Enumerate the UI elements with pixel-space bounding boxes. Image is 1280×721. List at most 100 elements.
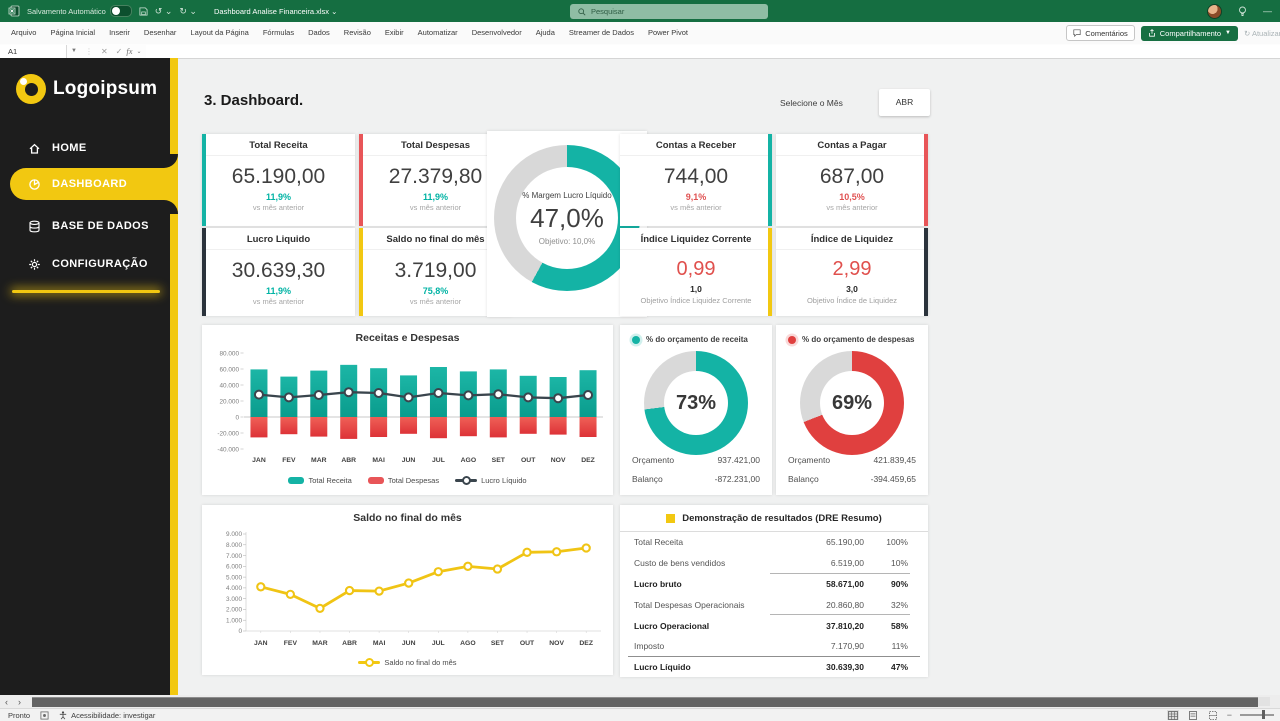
ribbon-tab-página-inicial[interactable]: Página Inicial	[43, 22, 102, 44]
svg-text:1.000: 1.000	[226, 617, 242, 624]
ribbon-tab-streamer-de-dados[interactable]: Streamer de Dados	[562, 22, 641, 44]
sheet-nav-left-icon[interactable]: ‹	[0, 697, 13, 707]
name-box[interactable]	[0, 45, 67, 58]
sidebar-item-dashboard[interactable]: DASHBOARD	[10, 168, 178, 200]
comments-button[interactable]: Comentários	[1066, 25, 1135, 41]
svg-text:FEV: FEV	[284, 640, 298, 647]
ribbon-tab-revisão[interactable]: Revisão	[337, 22, 378, 44]
ribbon-tab-automatizar[interactable]: Automatizar	[411, 22, 465, 44]
enter-icon[interactable]: ✓	[112, 47, 127, 56]
sidebar-item-home[interactable]: HOME	[0, 134, 170, 162]
line-chart-svg: 9.0008.0007.0006.0005.0004.0003.0002.000…	[202, 527, 613, 653]
table-row: Balanço-394.459,65	[788, 469, 916, 488]
svg-text:AGO: AGO	[460, 640, 475, 647]
cancel-icon[interactable]: ✕	[97, 47, 112, 56]
formula-expand-icon[interactable]: ⌄	[133, 48, 146, 55]
ribbon-tab-desenhar[interactable]: Desenhar	[137, 22, 184, 44]
update-button[interactable]: ↻ Atualizar	[1244, 29, 1280, 38]
ribbon-tab-layout-da-página[interactable]: Layout da Página	[183, 22, 255, 44]
logo-text: Logoipsum	[53, 78, 157, 100]
database-icon	[28, 220, 41, 233]
svg-text:NOV: NOV	[551, 457, 566, 464]
bar-chart-legend: Total Receita Total Despesas Lucro Líquido	[202, 476, 613, 485]
month-slicer-button[interactable]: ABR	[879, 89, 930, 116]
ribbon-tab-dados[interactable]: Dados	[301, 22, 337, 44]
save-icon[interactable]	[139, 7, 148, 16]
kpi-accent-bar	[359, 228, 363, 316]
svg-text:MAR: MAR	[312, 640, 328, 647]
user-avatar[interactable]	[1207, 4, 1222, 19]
redo-icon[interactable]: ↻ ⌄	[179, 0, 197, 22]
sheet-scroll-row: ‹ ›	[0, 695, 1280, 708]
kpi-accent-bar	[768, 134, 772, 226]
undo-icon[interactable]: ↺ ⌄	[155, 0, 173, 22]
normal-view-icon[interactable]	[1167, 710, 1179, 720]
ribbon-tab-power-pivot[interactable]: Power Pivot	[641, 22, 695, 44]
search-icon	[578, 8, 586, 16]
zoom-slider-handle[interactable]	[1262, 710, 1265, 719]
logo: Logoipsum	[16, 74, 157, 104]
zoom-slider[interactable]	[1240, 714, 1274, 716]
excel-app-icon	[8, 5, 20, 17]
table-row: Lucro Operacional37.810,2058%	[620, 615, 928, 636]
donut-chart-despesas: 69%	[800, 351, 904, 455]
svg-text:SET: SET	[491, 640, 505, 647]
sidebar-divider	[12, 290, 160, 293]
svg-text:ABR: ABR	[342, 640, 357, 647]
lightbulb-icon[interactable]	[1238, 6, 1247, 17]
ribbon-tab-desenvolvedor[interactable]: Desenvolvedor	[465, 22, 529, 44]
share-button[interactable]: Compartilhamento ▼	[1141, 26, 1238, 41]
svg-text:NOV: NOV	[549, 640, 564, 647]
namebox-dropdown-icon[interactable]: ▼	[67, 48, 81, 54]
legend-item: Lucro Líquido	[455, 476, 526, 485]
chart-title: Receitas e Despesas	[202, 325, 613, 347]
kpi-accent-bar	[768, 228, 772, 316]
svg-text:MAI: MAI	[372, 457, 385, 464]
legend-item: Total Receita	[288, 476, 351, 485]
line-chart-legend: Saldo no final do mês	[202, 658, 613, 667]
sidebar-item-configuracao[interactable]: CONFIGURAÇÃO	[0, 250, 170, 278]
table-row: Lucro Líquido30.639,3047%	[620, 657, 928, 678]
horizontal-scrollbar[interactable]	[32, 697, 1270, 706]
page-break-view-icon[interactable]	[1207, 710, 1219, 720]
table-row: Imposto7.170,9011%	[620, 636, 928, 657]
excel-title-bar: Salvamento Automático ↺ ⌄ ↻ ⌄ Dashboard …	[0, 0, 1280, 22]
svg-text:4.000: 4.000	[226, 585, 242, 592]
ribbon-tab-ajuda[interactable]: Ajuda	[529, 22, 562, 44]
svg-text:20.000: 20.000	[219, 398, 239, 405]
search-input[interactable]: Pesquisar	[570, 4, 768, 19]
scrollbar-thumb[interactable]	[32, 697, 1258, 707]
svg-text:DEZ: DEZ	[579, 640, 593, 647]
svg-text:8.000: 8.000	[226, 542, 242, 549]
kpi-card-indice-liquidez-corrente: Índice Liquidez Corrente 0,99 1,0 Objeti…	[620, 228, 772, 316]
table-row: Custo de bens vendidos6.519,0010%	[620, 553, 928, 574]
sidebar-item-base-de-dados[interactable]: BASE DE DADOS	[0, 212, 170, 240]
dre-summary-table: Demonstração de resultados (DRE Resumo) …	[620, 505, 928, 677]
ribbon-tab-fórmulas[interactable]: Fórmulas	[256, 22, 301, 44]
formula-input[interactable]	[146, 45, 1280, 58]
ribbon-tab-inserir[interactable]: Inserir	[102, 22, 137, 44]
page-layout-view-icon[interactable]	[1187, 710, 1199, 720]
svg-text:SET: SET	[492, 457, 506, 464]
minimize-icon[interactable]: —	[1263, 0, 1272, 22]
donut-card-orcamento-receita: % do orçamento de receita 73% Orçamento9…	[620, 325, 772, 495]
ribbon-tab-arquivo[interactable]: Arquivo	[4, 22, 43, 44]
ribbon-tab-exibir[interactable]: Exibir	[378, 22, 411, 44]
accessibility-status[interactable]: Acessibilidade: investigar	[59, 711, 155, 720]
share-icon	[1148, 29, 1156, 37]
kpi-accent-bar	[202, 134, 206, 226]
svg-text:6.000: 6.000	[226, 564, 242, 571]
status-bar: Pronto Acessibilidade: investigar −	[0, 708, 1280, 721]
svg-text:80.000: 80.000	[219, 350, 239, 357]
svg-text:7.000: 7.000	[226, 553, 242, 560]
zoom-out-icon[interactable]: −	[1227, 710, 1232, 720]
donut-chart-receita: 73%	[644, 351, 748, 455]
kpi-accent-bar	[359, 134, 363, 226]
sheet-nav-right-icon[interactable]: ›	[13, 697, 26, 707]
macro-record-icon[interactable]	[40, 711, 49, 720]
legend-item: Total Despesas	[368, 476, 439, 485]
table-row: Total Despesas Operacionais20.860,8032%	[620, 594, 928, 615]
workbook-title[interactable]: Dashboard Analise Financeira.xlsx ⌄	[214, 7, 337, 16]
month-slicer-label: Selecione o Mês	[780, 98, 843, 108]
autosave-toggle[interactable]	[110, 5, 132, 17]
